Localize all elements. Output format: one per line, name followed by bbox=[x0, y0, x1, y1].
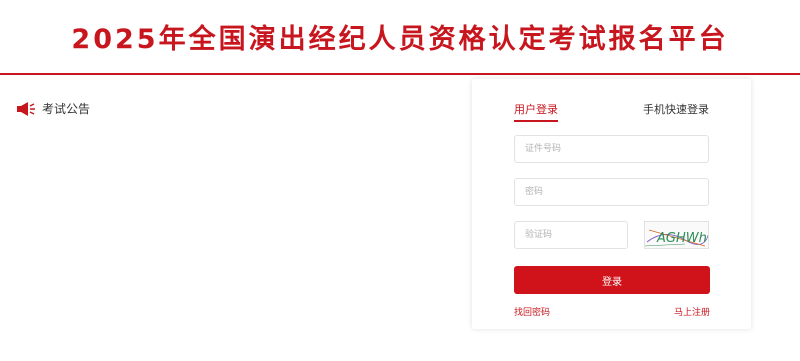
forgot-password-link[interactable]: 找回密码 bbox=[514, 305, 550, 318]
notice-heading[interactable]: 考试公告 bbox=[16, 100, 90, 117]
login-panel: 用户登录 手机快速登录 AGHWh 登录 找回密码 马上注册 bbox=[472, 79, 751, 329]
login-button[interactable]: 登录 bbox=[514, 266, 710, 294]
register-link[interactable]: 马上注册 bbox=[674, 305, 710, 318]
password-input[interactable] bbox=[514, 178, 709, 206]
tab-user-login[interactable]: 用户登录 bbox=[514, 101, 558, 122]
captcha-text: AGHWh bbox=[656, 231, 707, 246]
id-number-input[interactable] bbox=[514, 135, 709, 163]
captcha-input[interactable] bbox=[514, 221, 628, 249]
site-title: 2025年全国演出经纪人员资格认定考试报名平台 bbox=[71, 24, 729, 55]
notice-title: 考试公告 bbox=[42, 102, 91, 116]
tab-phone-login[interactable]: 手机快速登录 bbox=[643, 101, 709, 117]
megaphone-icon bbox=[16, 101, 36, 116]
site-header: 2025年全国演出经纪人员资格认定考试报名平台 bbox=[0, 0, 800, 75]
captcha-image[interactable]: AGHWh bbox=[644, 221, 709, 249]
